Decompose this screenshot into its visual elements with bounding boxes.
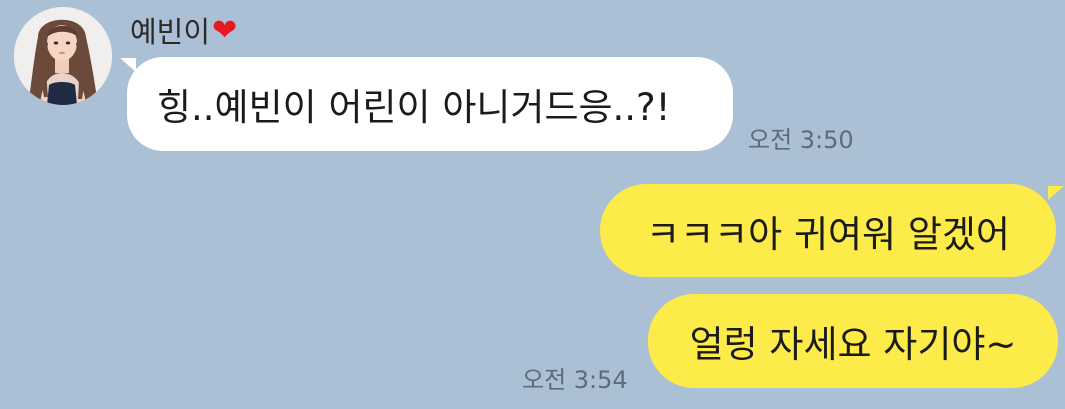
message-text: ㅋㅋㅋ아 귀여워 알겠어	[646, 212, 1010, 256]
heart-icon: ❤	[212, 13, 238, 48]
outgoing-bubble-tail	[1048, 186, 1064, 200]
message-bubble-incoming[interactable]: 힝..예빈이 어린이 아니거드응..?!	[127, 57, 733, 151]
sender-name: 예빈이	[130, 15, 211, 49]
sender-avatar[interactable]	[14, 7, 112, 105]
message-time: 오전 3:54	[522, 366, 628, 394]
avatar-photo-icon	[14, 7, 112, 105]
message-bubble-outgoing[interactable]: 얼렁 자세요 자기야~	[648, 294, 1058, 388]
chat-window: 예빈이 ❤ 힝..예빈이 어린이 아니거드응..?! 오전 3:50 ㅋㅋㅋ아 …	[0, 0, 1065, 409]
message-text: 얼렁 자세요 자기야~	[689, 323, 1017, 366]
sender-name-row: 예빈이 ❤	[130, 10, 237, 50]
message-time: 오전 3:50	[748, 126, 854, 154]
message-text: 힝..예빈이 어린이 아니거드응..?!	[157, 86, 671, 129]
message-bubble-outgoing[interactable]: ㅋㅋㅋ아 귀여워 알겠어	[600, 184, 1056, 277]
